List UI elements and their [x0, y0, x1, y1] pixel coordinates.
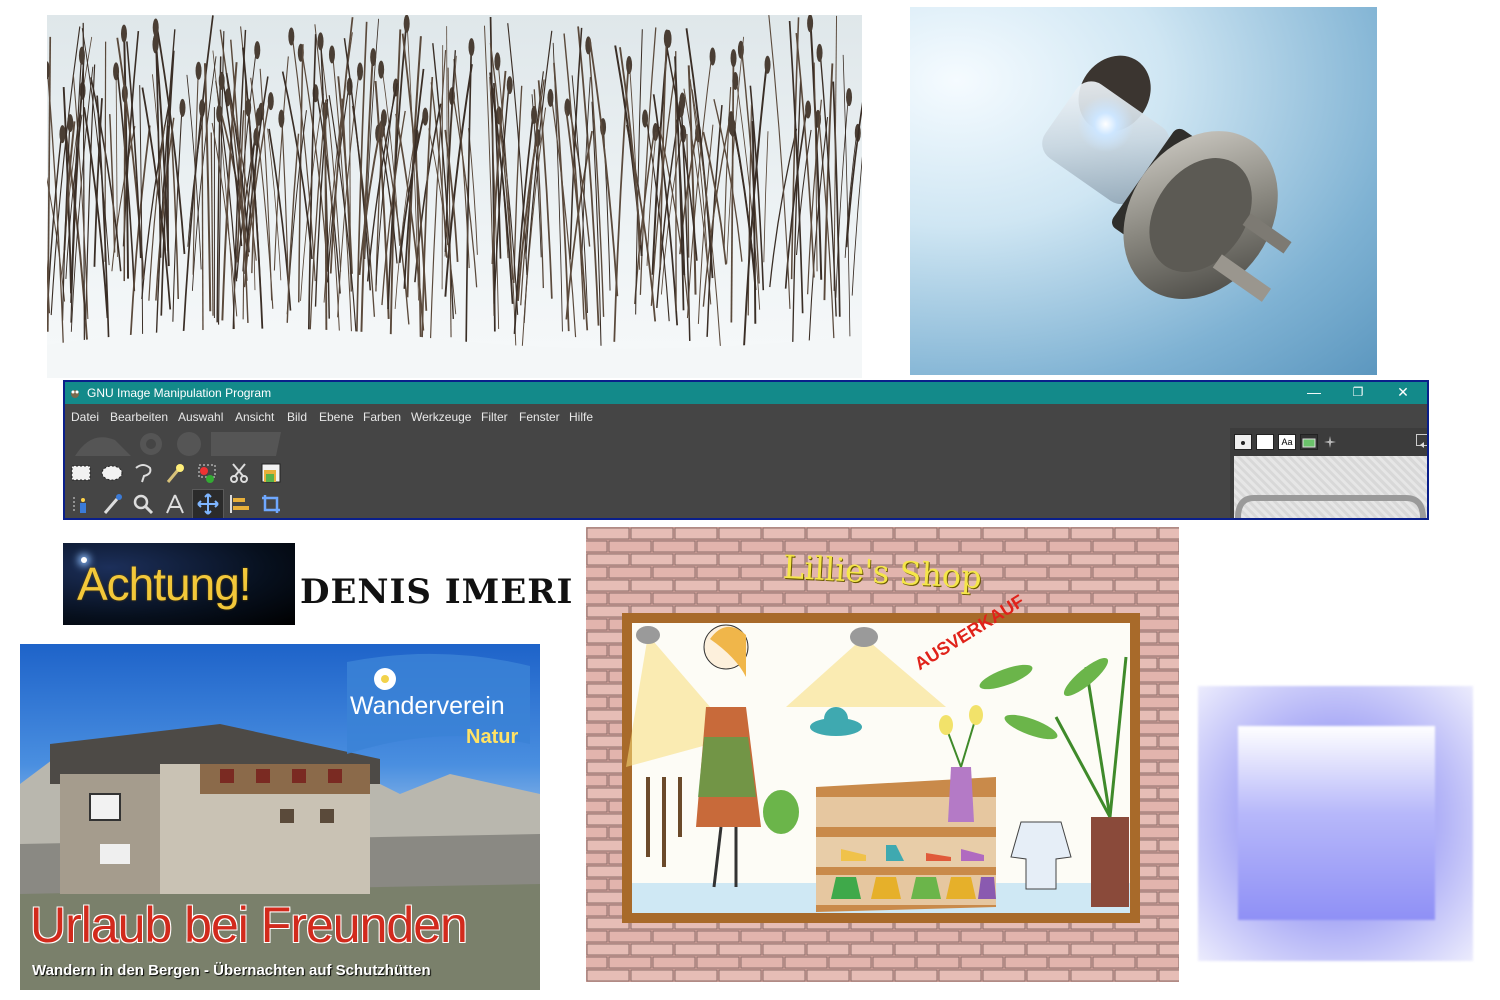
brushes-tab[interactable]	[1234, 434, 1252, 450]
dock-menu-icon	[1420, 442, 1424, 448]
measure-tool[interactable]	[161, 490, 189, 518]
restore-button[interactable]: ❐	[1335, 382, 1381, 404]
select-by-color-icon	[198, 464, 216, 483]
paths-icon	[73, 497, 86, 513]
patterns-icon	[1257, 436, 1273, 450]
menu-filter[interactable]: Filter	[481, 410, 508, 424]
menu-hilfe[interactable]: Hilfe	[569, 410, 593, 424]
images-tab[interactable]	[1300, 434, 1318, 450]
window-titlebar[interactable]: GNU Image Manipulation Program — ❐ ✕	[65, 382, 1427, 404]
foreground-select-tool[interactable]	[257, 459, 285, 487]
minimize-button[interactable]: —	[1291, 382, 1337, 404]
rect-select-tool[interactable]	[67, 459, 95, 487]
menu-ebene[interactable]: Ebene	[319, 410, 354, 424]
align-icon	[230, 495, 249, 513]
brushes-icon	[1241, 441, 1245, 445]
move-icon	[197, 493, 219, 515]
menubar: Datei Bearbeiten Auswahl Ansicht Bild Eb…	[65, 404, 1427, 428]
blue-square-inner	[1238, 726, 1435, 920]
blue-gradient-square	[1198, 686, 1473, 961]
dock-menu-button[interactable]	[1416, 434, 1427, 448]
measure-icon	[166, 494, 184, 514]
ellipse-select-icon	[101, 465, 123, 481]
wilber-icon	[71, 390, 79, 398]
paths-tool[interactable]	[67, 490, 95, 518]
lillies-shop-illustration: Lillie's Shop AUSVERKAUF	[586, 527, 1179, 982]
window-title: GNU Image Manipulation Program	[87, 386, 272, 400]
menu-farben[interactable]: Farben	[363, 410, 401, 424]
gimp-window: GNU Image Manipulation Program — ❐ ✕ Dat…	[63, 380, 1429, 520]
denis-imeri-text: DENIS IMERI	[300, 572, 574, 612]
dock-preview-canvas	[1234, 456, 1427, 518]
menu-werkzeuge[interactable]: Werkzeuge	[411, 410, 471, 424]
dynamics-tab[interactable]	[1322, 434, 1338, 448]
color-picker-tool[interactable]	[98, 490, 126, 518]
crop-tool[interactable]	[257, 490, 285, 518]
scissors-select-tool[interactable]	[225, 459, 253, 487]
poster-headline: Urlaub bei Freunden	[30, 897, 468, 953]
move-tool[interactable]	[192, 489, 224, 518]
toolbox	[65, 428, 1230, 518]
frosted-reeds-photo	[47, 15, 862, 378]
color-picker-icon	[103, 494, 122, 514]
fuzzy-select-icon	[166, 464, 184, 483]
zoom-tool[interactable]	[129, 490, 157, 518]
mountain-hut	[50, 724, 380, 894]
natur-label: Natur	[466, 726, 519, 748]
menu-auswahl[interactable]: Auswahl	[178, 410, 223, 424]
crop-icon	[262, 495, 280, 513]
scissors-icon	[230, 463, 248, 483]
fuzzy-select-tool[interactable]	[161, 459, 189, 487]
select-by-color-tool[interactable]	[193, 459, 221, 487]
patterns-tab[interactable]	[1256, 434, 1274, 450]
menu-bearbeiten[interactable]: Bearbeiten	[110, 410, 168, 424]
free-select-icon	[135, 464, 152, 483]
align-tool[interactable]	[225, 490, 253, 518]
images-icon	[1302, 438, 1316, 448]
menu-fenster[interactable]: Fenster	[519, 410, 560, 424]
rect-select-icon	[71, 465, 91, 481]
menu-ansicht[interactable]: Ansicht	[235, 410, 274, 424]
poster-subline: Wandern in den Bergen - Übernachten auf …	[32, 962, 431, 979]
zoom-icon	[133, 494, 154, 515]
menu-datei[interactable]: Datei	[71, 410, 99, 424]
achtung-banner: Achtung!	[63, 543, 295, 625]
dynamics-icon	[1324, 436, 1336, 448]
foreground-select-icon	[261, 463, 281, 483]
achtung-text: Achtung!	[77, 558, 252, 610]
halogen-bulb-photo	[910, 7, 1377, 375]
right-dock: Aa	[1230, 428, 1427, 518]
close-button[interactable]: ✕	[1380, 382, 1426, 404]
free-select-tool[interactable]	[129, 459, 157, 487]
wanderverein-poster: Wanderverein Natur Urlaub bei Freunden W…	[20, 644, 540, 990]
wilber-watermark-icon	[75, 432, 281, 456]
menu-bild[interactable]: Bild	[287, 410, 307, 424]
ellipse-select-tool[interactable]	[98, 459, 126, 487]
wanderverein-label: Wanderverein	[350, 692, 505, 720]
fonts-tab[interactable]: Aa	[1278, 434, 1296, 450]
